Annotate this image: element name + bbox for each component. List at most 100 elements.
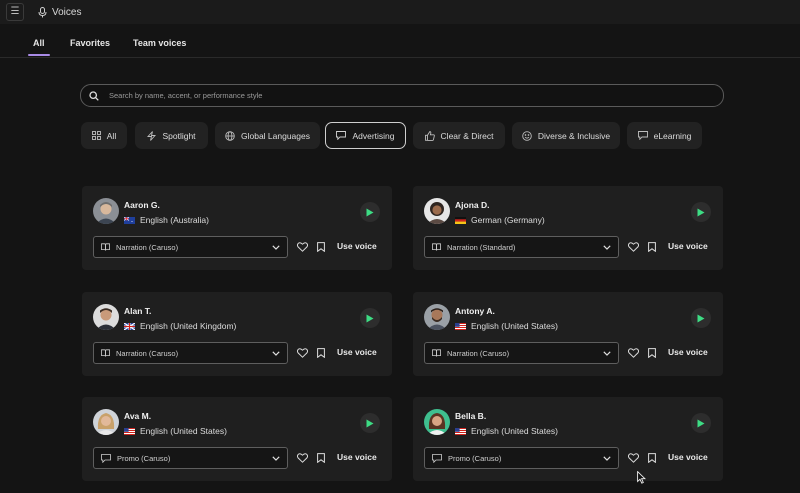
filter-global-languages[interactable]: Global Languages	[215, 122, 320, 149]
search-icon	[89, 90, 99, 101]
bookmark-icon	[317, 242, 325, 252]
use-voice-button[interactable]: Use voice	[668, 241, 708, 251]
australia-flag-icon	[124, 216, 135, 224]
heart-icon	[627, 348, 639, 358]
heart-icon	[296, 242, 308, 252]
bookmark-button[interactable]	[315, 452, 327, 464]
bookmark-button[interactable]	[315, 347, 327, 359]
top-bar: ☰ Voices	[0, 0, 800, 25]
heart-icon	[296, 453, 308, 463]
book-icon	[432, 349, 441, 357]
voice-card: Aaron G. English (Australia) Narration (…	[82, 186, 392, 270]
filter-label: Spotlight	[162, 130, 196, 141]
megaphone-icon	[336, 131, 347, 140]
tab-team-voices[interactable]: Team voices	[133, 38, 186, 48]
favorite-button[interactable]	[627, 347, 639, 359]
filter-all[interactable]: All	[81, 122, 127, 149]
play-icon	[366, 208, 374, 216]
voice-name: Antony A.	[455, 306, 495, 316]
favorite-button[interactable]	[627, 452, 639, 464]
play-button[interactable]	[360, 308, 380, 328]
chevron-down-icon	[272, 455, 280, 461]
voice-card: Bella B. English (United States) Promo (…	[413, 397, 723, 481]
megaphone-icon	[432, 453, 442, 463]
play-button[interactable]	[691, 308, 711, 328]
avatar	[93, 198, 119, 224]
use-voice-button[interactable]: Use voice	[668, 347, 708, 357]
filter-label: All	[106, 130, 117, 141]
search-input[interactable]	[107, 90, 691, 101]
filter-label: Diverse & Inclusive	[537, 130, 611, 141]
chevron-down-icon	[603, 244, 611, 250]
favorite-button[interactable]	[296, 452, 308, 464]
performance-style-select[interactable]: Promo (Caruso)	[424, 447, 619, 469]
filter-label: Global Languages	[240, 130, 310, 141]
bookmark-button[interactable]	[646, 347, 658, 359]
lightning-icon	[147, 130, 157, 141]
voice-card: Antony A. English (United States) Narrat…	[413, 292, 723, 376]
use-voice-button[interactable]: Use voice	[668, 452, 708, 462]
voice-language: English (Australia)	[124, 215, 209, 225]
breadcrumb: Voices	[38, 6, 82, 18]
bookmark-button[interactable]	[646, 452, 658, 464]
filter-spotlight[interactable]: Spotlight	[135, 122, 208, 149]
style-value: Narration (Standard)	[447, 242, 516, 252]
language-label: English (United States)	[471, 426, 558, 436]
voice-name: Alan T.	[124, 306, 152, 316]
language-label: English (United Kingdom)	[140, 321, 237, 331]
search-bar[interactable]	[80, 84, 724, 107]
style-value: Narration (Caruso)	[447, 348, 510, 358]
heart-icon	[627, 453, 639, 463]
use-voice-button[interactable]: Use voice	[337, 452, 377, 462]
filter-advertising[interactable]: Advertising	[325, 122, 406, 149]
performance-style-select[interactable]: Narration (Caruso)	[93, 342, 288, 364]
filter-label: Advertising	[352, 130, 395, 141]
book-icon	[101, 243, 110, 251]
sidebar-toggle-button[interactable]: ☰	[6, 3, 24, 21]
voice-card: Alan T. English (United Kingdom) Narrati…	[82, 292, 392, 376]
grid-icon	[91, 131, 101, 140]
favorite-button[interactable]	[296, 347, 308, 359]
play-icon	[697, 314, 705, 322]
play-button[interactable]	[691, 413, 711, 433]
voice-name: Aaron G.	[124, 200, 160, 210]
performance-style-select[interactable]: Narration (Standard)	[424, 236, 619, 258]
performance-style-select[interactable]: Narration (Caruso)	[93, 236, 288, 258]
chevron-down-icon	[603, 455, 611, 461]
voice-name: Ava M.	[124, 411, 152, 421]
favorite-button[interactable]	[627, 241, 639, 253]
chevron-down-icon	[272, 244, 280, 250]
microphone-icon	[38, 6, 47, 17]
performance-style-select[interactable]: Narration (Caruso)	[424, 342, 619, 364]
voice-name: Ajona D.	[455, 200, 490, 210]
use-voice-button[interactable]: Use voice	[337, 347, 377, 357]
chevron-down-icon	[272, 350, 280, 356]
usa-flag-icon	[455, 427, 466, 435]
chat-bubble-icon	[637, 131, 648, 140]
style-value: Promo (Caruso)	[448, 453, 502, 463]
bookmark-button[interactable]	[646, 241, 658, 253]
tab-all[interactable]: All	[28, 38, 49, 56]
avatar	[424, 409, 450, 435]
play-button[interactable]	[360, 202, 380, 222]
use-voice-button[interactable]: Use voice	[337, 241, 377, 251]
filter-clear-direct[interactable]: Clear & Direct	[413, 122, 505, 149]
filter-diverse-inclusive[interactable]: Diverse & Inclusive	[512, 122, 620, 149]
play-button[interactable]	[360, 413, 380, 433]
filter-elearning[interactable]: eLearning	[627, 122, 702, 149]
play-button[interactable]	[691, 202, 711, 222]
page-title: Voices	[52, 6, 82, 18]
avatar	[93, 409, 119, 435]
avatar	[424, 198, 450, 224]
performance-style-select[interactable]: Promo (Caruso)	[93, 447, 288, 469]
heart-icon	[627, 242, 639, 252]
smiley-icon	[522, 130, 532, 141]
play-icon	[366, 419, 374, 427]
language-label: English (United States)	[471, 321, 558, 331]
bookmark-button[interactable]	[315, 241, 327, 253]
chevron-down-icon	[603, 350, 611, 356]
favorite-button[interactable]	[296, 241, 308, 253]
avatar	[93, 304, 119, 330]
tab-favorites[interactable]: Favorites	[70, 38, 110, 48]
germany-flag-icon	[455, 216, 466, 224]
